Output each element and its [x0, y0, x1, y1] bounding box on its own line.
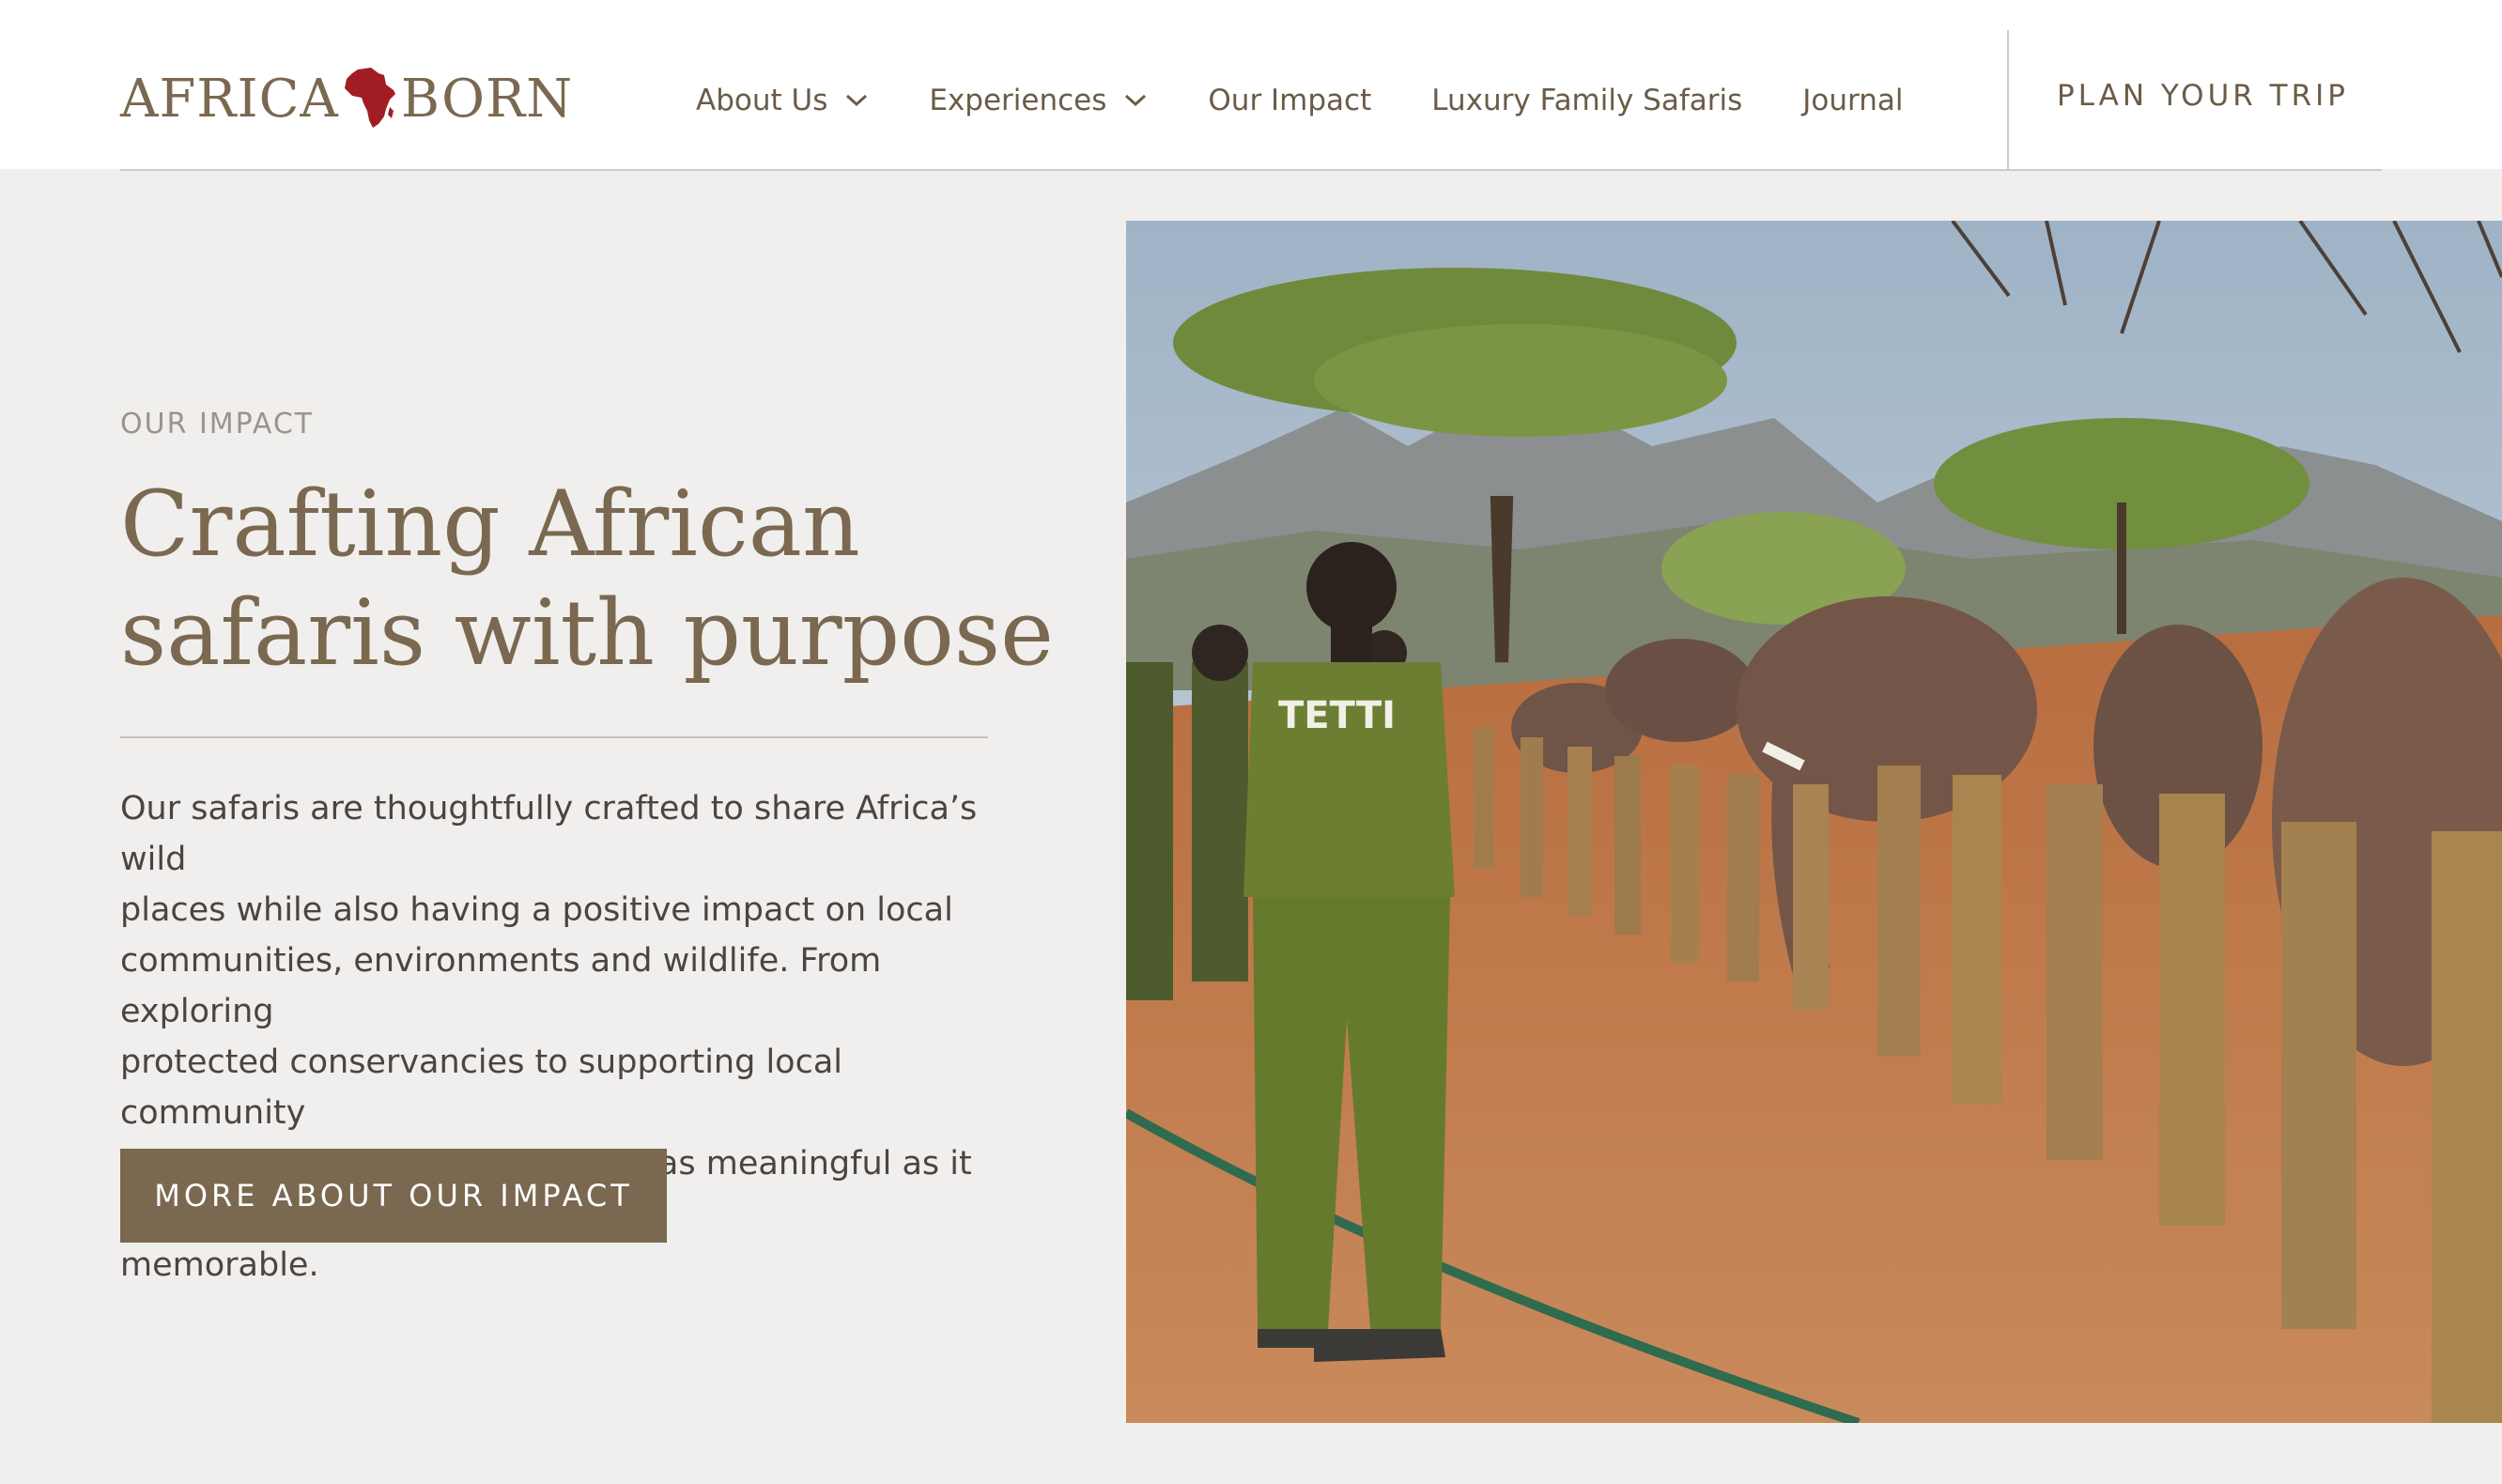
brand-name-left: AFRICA — [120, 68, 339, 130]
ranger-shirt-text: TETTI — [1278, 694, 1396, 737]
hero-heading-line: safaris with purpose — [120, 580, 1054, 686]
site-header: AFRICA BORN About Us Experiences Our Imp… — [0, 0, 2502, 169]
more-about-impact-button[interactable]: MORE ABOUT OUR IMPACT — [120, 1149, 667, 1243]
hero-photo: TETTI — [1126, 221, 2502, 1423]
main-nav: About Us Experiences Our Impact Luxury F… — [696, 75, 1904, 126]
chevron-down-icon — [1125, 94, 1147, 107]
description-line: memorable. — [120, 1246, 319, 1284]
hero-heading: Crafting African safaris with purpose — [120, 470, 1059, 688]
nav-item-journal[interactable]: Journal — [1802, 84, 1903, 117]
description-line: places while also having a positive impa… — [120, 891, 953, 929]
plan-your-trip-link[interactable]: PLAN YOUR TRIP — [2057, 79, 2349, 113]
description-line: Our safaris are thoughtfully crafted to … — [120, 790, 978, 878]
section-eyebrow: OUR IMPACT — [120, 408, 315, 441]
chevron-down-icon — [846, 94, 868, 107]
nav-divider — [2007, 30, 2009, 169]
nav-item-our-impact[interactable]: Our Impact — [1208, 84, 1371, 117]
description-line: communities, environments and wildlife. … — [120, 942, 882, 1030]
elephant-sanctuary-illustration: TETTI — [1126, 221, 2502, 1423]
nav-item-label: Our Impact — [1208, 84, 1372, 117]
header-divider — [120, 169, 2382, 171]
africa-map-icon — [344, 68, 395, 128]
brand-name-right: BORN — [400, 68, 574, 130]
heading-divider — [120, 736, 988, 738]
nav-item-experiences[interactable]: Experiences — [929, 84, 1148, 117]
nav-item-luxury-family-safaris[interactable]: Luxury Family Safaris — [1431, 84, 1742, 117]
hero-heading-line: Crafting African — [120, 471, 860, 577]
nav-item-label: About Us — [696, 84, 828, 117]
description-line: protected conservancies to supporting lo… — [120, 1043, 842, 1132]
nav-item-label: Journal — [1802, 84, 1904, 117]
nav-item-label: Experiences — [929, 84, 1107, 117]
nav-item-about-us[interactable]: About Us — [696, 84, 869, 117]
nav-item-label: Luxury Family Safaris — [1431, 84, 1743, 117]
brand-logo[interactable]: AFRICA BORN — [120, 64, 573, 133]
